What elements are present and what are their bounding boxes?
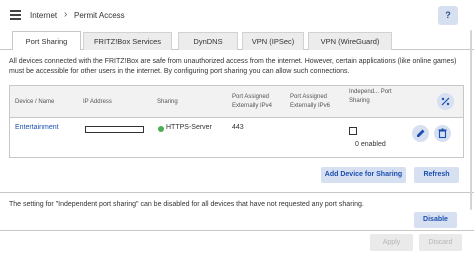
percent-icon	[441, 97, 450, 106]
menu-icon[interactable]	[10, 10, 21, 20]
delete-button[interactable]	[434, 125, 451, 142]
status-ok-icon	[158, 126, 164, 132]
description-text: All devices connected with the FRITZ!Box…	[9, 58, 457, 75]
table-header: Device / Name IP Address Sharing Port As…	[10, 86, 463, 118]
enabled-count: 0 enabled	[355, 141, 386, 148]
help-button[interactable]: ?	[438, 6, 458, 25]
independent-sharing-note: The setting for "Independent port sharin…	[9, 201, 364, 208]
scrollbar[interactable]	[470, 30, 472, 210]
device-name-link[interactable]: Entertainment	[15, 124, 59, 131]
add-device-button[interactable]: Add Device for Sharing	[321, 167, 406, 183]
breadcrumb-permit-access: Permit Access	[74, 11, 125, 20]
column-independent-sharing: Independ... Port Sharing	[349, 89, 392, 104]
breadcrumb-internet[interactable]: Internet	[30, 11, 57, 20]
tab-vpn-wireguard[interactable]: VPN (WireGuard)	[308, 32, 392, 50]
discard-button[interactable]: Discard	[419, 234, 462, 251]
sharing-service: HTTPS-Server	[166, 124, 212, 131]
port-sharing-table: Device / Name IP Address Sharing Port As…	[9, 85, 464, 158]
trash-icon	[438, 128, 447, 139]
column-ip-address: IP Address	[83, 99, 112, 105]
ip-address-field	[85, 126, 144, 133]
sort-toggle-button[interactable]	[437, 93, 454, 110]
edit-button[interactable]	[412, 125, 429, 142]
independent-sharing-checkbox[interactable]	[349, 127, 357, 135]
apply-button[interactable]: Apply	[370, 234, 413, 251]
column-device-name: Device / Name	[15, 99, 55, 105]
tab-vpn-ipsec[interactable]: VPN (IPSec)	[242, 32, 304, 50]
pencil-icon	[417, 129, 425, 137]
breadcrumb-separator-icon: ›	[64, 9, 68, 20]
section-divider	[0, 192, 474, 193]
column-port-ipv6: Port Assigned Externally IPv6	[290, 94, 331, 109]
tab-dyndns[interactable]: DynDNS	[178, 32, 238, 50]
tab-fritzbox-services[interactable]: FRITZ!Box Services	[83, 32, 172, 50]
port-ipv4-value: 443	[232, 124, 244, 131]
tab-port-sharing[interactable]: Port Sharing	[12, 31, 81, 50]
column-port-ipv4: Port Assigned Externally IPv4	[232, 94, 273, 109]
disable-button[interactable]: Disable	[414, 212, 457, 228]
refresh-button[interactable]: Refresh	[414, 167, 459, 183]
column-sharing: Sharing	[157, 99, 178, 105]
top-bar: Internet › Permit Access ?	[0, 0, 474, 30]
footer-divider	[0, 230, 474, 231]
